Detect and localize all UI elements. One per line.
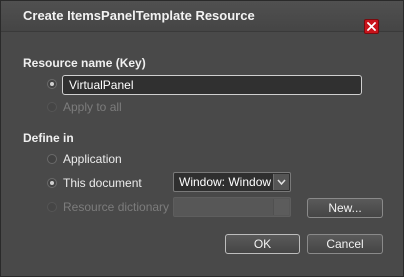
resource-dictionary-select-toggle[interactable]	[273, 199, 289, 215]
apply-to-all-radio[interactable]	[47, 102, 57, 112]
title-bar: Create ItemsPanelTemplate Resource	[1, 1, 403, 32]
close-button[interactable]	[364, 19, 379, 34]
resource-dictionary-select[interactable]	[173, 197, 291, 217]
dialog-title: Create ItemsPanelTemplate Resource	[23, 8, 255, 23]
ok-button[interactable]: OK	[225, 234, 300, 254]
new-dictionary-button[interactable]: New...	[307, 198, 383, 218]
resource-name-heading: Resource name (Key)	[23, 56, 146, 70]
resource-dictionary-radio[interactable]	[47, 202, 57, 212]
chevron-down-icon	[277, 179, 286, 185]
document-select-toggle[interactable]	[273, 174, 289, 190]
application-label: Application	[63, 152, 122, 166]
this-document-label: This document	[63, 176, 142, 190]
document-select[interactable]: Window: Window	[173, 172, 291, 192]
close-icon	[367, 22, 376, 31]
define-in-heading: Define in	[23, 131, 74, 145]
resource-key-input[interactable]: VirtualPanel	[62, 75, 362, 95]
this-document-radio[interactable]	[47, 178, 57, 188]
document-select-value: Window: Window	[179, 175, 272, 189]
application-radio[interactable]	[47, 154, 57, 164]
cancel-button[interactable]: Cancel	[307, 234, 383, 254]
apply-to-all-label: Apply to all	[63, 100, 122, 114]
create-resource-dialog: Create ItemsPanelTemplate Resource Resou…	[0, 0, 404, 277]
resource-dictionary-label: Resource dictionary	[63, 200, 170, 214]
key-radio[interactable]	[47, 79, 57, 89]
